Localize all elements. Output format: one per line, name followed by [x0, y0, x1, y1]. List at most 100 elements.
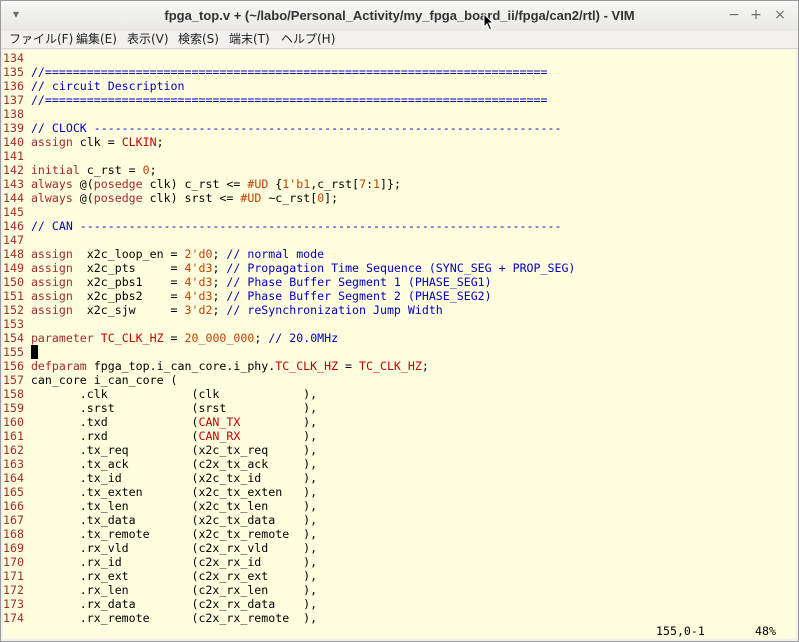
code-line: 169 .rx_vld (c2x_rx_vld ), [3, 541, 318, 555]
code-line: 164 .tx_id (x2c_tx_id ), [3, 471, 318, 485]
menu-search[interactable]: 検索(S) [178, 31, 219, 47]
code-line: 150 assign x2c_pbs1 = 4'd3; // Phase Buf… [3, 275, 492, 289]
line-number: 141 [3, 149, 24, 163]
code-line: 140 assign clk = CLKIN; [3, 135, 164, 149]
line-number: 156 [3, 359, 24, 373]
text-cursor [30, 345, 38, 359]
code-line: 134 [3, 51, 796, 65]
line-number: 137 [3, 93, 24, 107]
status-line: 155,0-1 48% [3, 623, 796, 639]
code-line: 148 assign x2c_loop_en = 2'd0; // normal… [3, 247, 325, 261]
code-line: 145 [3, 205, 796, 219]
menu-bar: ファイル(F) 編集(E) 表示(V) 検索(S) 端末(T) ヘルプ(H) [1, 31, 798, 49]
line-number: 154 [3, 331, 24, 345]
code-line: 147 [3, 233, 796, 247]
line-number: 157 [3, 373, 24, 387]
code-line: 156 defparam fpga_top.i_can_core.i_phy.T… [3, 359, 429, 373]
code-line: 137 //==================================… [3, 93, 548, 107]
line-number: 142 [3, 163, 24, 177]
line-number: 163 [3, 457, 24, 471]
code-line: 158 .clk (clk ), [3, 387, 318, 401]
line-number: 168 [3, 527, 24, 541]
code-line: 173 .rx_data (c2x_rx_data ), [3, 597, 318, 611]
line-number: 166 [3, 499, 24, 513]
code-line: 160 .txd (CAN_TX ), [3, 415, 318, 429]
code-line: 141 [3, 149, 796, 163]
code-line: 157 can_core i_can_core ( [3, 373, 178, 387]
code-line: 153 [3, 317, 796, 331]
menu-edit[interactable]: 編集(E) [76, 31, 117, 47]
line-number: 135 [3, 65, 24, 79]
code-line: 143 always @(posedge clk) c_rst <= #UD {… [3, 177, 401, 191]
code-line: 154 parameter TC_CLK_HZ = 20_000_000; //… [3, 331, 339, 345]
line-number: 140 [3, 135, 24, 149]
mouse-cursor-icon [483, 13, 493, 31]
line-number: 173 [3, 597, 24, 611]
cursor-position: 155,0-1 [656, 624, 705, 638]
code-line: 139 // CLOCK ---------------------------… [3, 121, 562, 135]
line-number: 165 [3, 485, 24, 499]
code-line: 168 .tx_remote (x2c_tx_remote ), [3, 527, 318, 541]
code-line: 152 assign x2c_sjw = 3'd2; // reSynchron… [3, 303, 443, 317]
scroll-percent: 48% [755, 624, 776, 638]
line-number: 136 [3, 79, 24, 93]
line-number: 146 [3, 219, 24, 233]
line-number: 151 [3, 289, 24, 303]
code-line: 142 initial c_rst = 0; [3, 163, 157, 177]
code-line: 172 .rx_len (c2x_rx_len ), [3, 583, 318, 597]
title-bar[interactable]: ▾ fpga_top.v + (~/labo/Personal_Activity… [1, 1, 798, 32]
code-line: 155 [3, 345, 796, 359]
line-number: 150 [3, 275, 24, 289]
line-number: 171 [3, 569, 24, 583]
line-number: 149 [3, 261, 24, 275]
line-number: 159 [3, 401, 24, 415]
maximize-button[interactable]: + [747, 6, 765, 24]
code-lines: 134 135 //==============================… [3, 51, 796, 625]
code-line: 166 .tx_len (x2c_tx_len ), [3, 499, 318, 513]
line-number: 155 [3, 345, 24, 359]
code-line: 161 .rxd (CAN_RX ), [3, 429, 318, 443]
code-line: 135 //==================================… [3, 65, 548, 79]
line-number: 160 [3, 415, 24, 429]
close-button[interactable]: × [771, 6, 789, 24]
line-number: 145 [3, 205, 24, 219]
line-number: 153 [3, 317, 24, 331]
line-number: 139 [3, 121, 24, 135]
code-line: 144 always @(posedge clk) srst <= #UD ~c… [3, 191, 339, 205]
window-title: fpga_top.v + (~/labo/Personal_Activity/m… [164, 8, 635, 23]
code-line: 159 .srst (srst ), [3, 401, 318, 415]
line-number: 167 [3, 513, 24, 527]
minimize-button[interactable]: − [725, 6, 743, 24]
code-line: 163 .tx_ack (c2x_tx_ack ), [3, 457, 318, 471]
line-number: 169 [3, 541, 24, 555]
line-number: 148 [3, 247, 24, 261]
code-line: 171 .rx_ext (c2x_rx_ext ), [3, 569, 318, 583]
line-number: 152 [3, 303, 24, 317]
menu-view[interactable]: 表示(V) [127, 31, 169, 47]
line-number: 162 [3, 443, 24, 457]
line-number: 138 [3, 107, 24, 121]
menu-help[interactable]: ヘルプ(H) [281, 31, 335, 47]
menu-file[interactable]: ファイル(F) [9, 31, 73, 47]
code-line: 136 // circuit Description [3, 79, 185, 93]
line-number: 164 [3, 471, 24, 485]
line-number: 143 [3, 177, 24, 191]
vim-window: ▾ fpga_top.v + (~/labo/Personal_Activity… [0, 0, 799, 642]
code-line: 146 // CAN -----------------------------… [3, 219, 562, 233]
line-number: 172 [3, 583, 24, 597]
code-line: 162 .tx_req (x2c_tx_req ), [3, 443, 318, 457]
line-number: 147 [3, 233, 24, 247]
code-line: 170 .rx_id (c2x_rx_id ), [3, 555, 318, 569]
code-line: 167 .tx_data (x2c_tx_data ), [3, 513, 318, 527]
line-number: 158 [3, 387, 24, 401]
vim-editor[interactable]: 134 135 //==============================… [3, 50, 796, 639]
code-line: 149 assign x2c_pts = 4'd3; // Propagatio… [3, 261, 576, 275]
line-number: 170 [3, 555, 24, 569]
code-line: 165 .tx_exten (x2c_tx_exten ), [3, 485, 318, 499]
menu-terminal[interactable]: 端末(T) [229, 31, 270, 47]
code-line: 138 [3, 107, 796, 121]
line-number: 161 [3, 429, 24, 443]
line-number: 134 [3, 51, 24, 65]
code-line: 151 assign x2c_pbs2 = 4'd3; // Phase Buf… [3, 289, 492, 303]
line-number: 144 [3, 191, 24, 205]
